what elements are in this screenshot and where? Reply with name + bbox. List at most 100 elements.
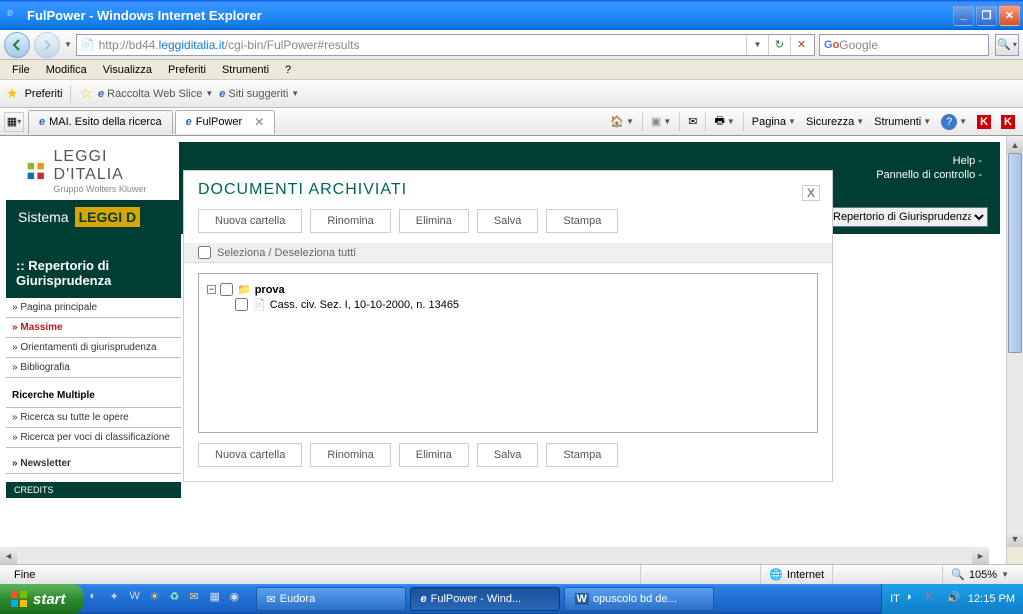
select-all-checkbox[interactable] — [198, 246, 211, 259]
modal-button-rinomina[interactable]: Rinomina — [310, 443, 390, 467]
ql-icon-1[interactable]: ◐ — [90, 590, 108, 608]
zoom-control[interactable]: 🔍 105% ▼ — [942, 565, 1017, 584]
modal-button-elimina[interactable]: Elimina — [399, 443, 469, 467]
modal-button-stampa[interactable]: Stampa — [546, 443, 618, 467]
tab-mai-esito[interactable]: e MAI. Esito della ricerca — [28, 110, 173, 134]
ie-tab-icon: e — [39, 116, 45, 128]
menu-item-strumenti[interactable]: Strumenti — [214, 62, 277, 78]
task-eudora[interactable]: ✉ Eudora — [256, 587, 406, 611]
modal-button-nuova-cartella[interactable]: Nuova cartella — [198, 443, 302, 467]
sidebar-link-pagina-principale[interactable]: » Pagina principale — [6, 298, 181, 318]
menu-item-modifica[interactable]: Modifica — [38, 62, 95, 78]
quick-tabs-icon[interactable]: ▦▾ — [4, 112, 24, 132]
dropdown-arrow-icon[interactable]: ▼ — [64, 40, 72, 49]
modal-title: DOCUMENTI ARCHIVIATI — [184, 171, 832, 209]
folder-checkbox[interactable] — [220, 283, 233, 296]
menu-item-visualizza[interactable]: Visualizza — [95, 62, 160, 78]
tray-icon-1[interactable]: ◑ — [905, 591, 921, 607]
status-text: Fine — [6, 565, 640, 584]
suggested-sites-item[interactable]: e Siti suggeriti ▼ — [219, 88, 299, 100]
home-button[interactable]: 🏠▼ — [606, 113, 638, 130]
tree-folder-row[interactable]: − 📁 prova — [207, 282, 809, 297]
search-box[interactable]: Go Google — [819, 34, 989, 56]
modal-button-salva[interactable]: Salva — [477, 209, 539, 233]
close-button[interactable]: ✕ — [999, 5, 1020, 26]
ql-icon-4[interactable]: ☀ — [150, 590, 168, 608]
task-fulpower[interactable]: e FulPower - Wind... — [410, 587, 560, 611]
tab-fulpower[interactable]: e FulPower ✕ — [175, 110, 276, 134]
system-tray: IT ◑ K 🔊 12:15 PM — [881, 584, 1023, 614]
sidebar-link-newsletter[interactable]: » Newsletter — [6, 454, 181, 474]
address-bar[interactable]: 📄 http://bd44.leggiditalia.it/cgi-bin/Fu… — [76, 34, 815, 56]
document-checkbox[interactable] — [235, 298, 248, 311]
protected-mode[interactable] — [832, 565, 942, 584]
ql-icon-7[interactable]: ▦ — [210, 590, 228, 608]
control-panel-link[interactable]: Pannello di controllo - — [876, 168, 982, 182]
ql-icon-8[interactable]: ◉ — [230, 590, 248, 608]
vertical-scrollbar[interactable]: ▲ ▼ — [1006, 136, 1023, 564]
search-button[interactable]: 🔍▾ — [995, 34, 1019, 56]
ql-icon-6[interactable]: ✉ — [190, 590, 208, 608]
forward-button[interactable] — [34, 32, 60, 58]
minimize-button[interactable]: _ — [953, 5, 974, 26]
modal-button-salva[interactable]: Salva — [477, 443, 539, 467]
address-dropdown[interactable]: ▼ — [746, 35, 768, 55]
globe-icon: 🌐 — [769, 568, 783, 581]
favorites-star-icon[interactable]: ★ — [6, 85, 19, 102]
scroll-right-icon[interactable]: ► — [972, 547, 989, 564]
modal-button-rinomina[interactable]: Rinomina — [310, 209, 390, 233]
tree-document-row[interactable]: 📄 Cass. civ. Sez. I, 10-10-2000, n. 1346… — [207, 297, 809, 312]
start-button[interactable]: start — [0, 584, 84, 614]
horizontal-scrollbar[interactable]: ◄ ► — [0, 547, 989, 564]
sidebar-credits[interactable]: CREDITS — [6, 482, 181, 498]
back-button[interactable] — [4, 32, 30, 58]
stop-button[interactable]: ✕ — [790, 35, 812, 55]
sidebar-link-bibliografia[interactable]: » Bibliografia — [6, 358, 181, 378]
kaspersky-icon-1[interactable]: K — [973, 113, 995, 131]
add-favorite-icon[interactable]: ☆ — [79, 85, 92, 102]
repertorio-select[interactable]: Repertorio di Giurisprudenza — [828, 207, 988, 227]
clock[interactable]: 12:15 PM — [968, 593, 1015, 605]
sidebar-link-orientamenti[interactable]: » Orientamenti di giurisprudenza — [6, 338, 181, 358]
help-link[interactable]: Help - — [876, 154, 982, 168]
sidebar-link-ricerca-voci[interactable]: » Ricerca per voci di classificazione — [6, 428, 181, 448]
sidebar-link-massime[interactable]: » Massime — [6, 318, 181, 338]
task-opuscolo[interactable]: W opuscolo bd de... — [564, 587, 714, 611]
lang-indicator[interactable]: IT — [890, 593, 900, 605]
ql-icon-3[interactable]: W — [130, 590, 148, 608]
tray-icon-3[interactable]: 🔊 — [947, 591, 963, 607]
menu-item-file[interactable]: File — [4, 62, 38, 78]
favorites-button[interactable]: Preferiti — [25, 88, 63, 100]
scroll-thumb[interactable] — [1008, 153, 1022, 353]
sidebar-link-ricerca-opere[interactable]: » Ricerca su tutte le opere — [6, 408, 181, 428]
select-all-label: Seleziona / Deseleziona tutti — [217, 247, 356, 259]
modal-close-button[interactable]: X — [802, 185, 820, 201]
collapse-icon[interactable]: − — [207, 285, 216, 294]
web-slice-item[interactable]: e Raccolta Web Slice ▼ — [98, 88, 213, 100]
help-button[interactable]: ?▼ — [937, 112, 971, 132]
modal-button-elimina[interactable]: Elimina — [399, 209, 469, 233]
menu-item-preferiti[interactable]: Preferiti — [160, 62, 214, 78]
kaspersky-icon-2[interactable]: K — [997, 113, 1019, 131]
modal-button-stampa[interactable]: Stampa — [546, 209, 618, 233]
ql-icon-5[interactable]: ♻ — [170, 590, 188, 608]
print-button[interactable]: 🖶▼ — [710, 110, 738, 133]
modal-button-nuova-cartella[interactable]: Nuova cartella — [198, 209, 302, 233]
tab-close-icon[interactable]: ✕ — [254, 115, 264, 129]
page-menu[interactable]: Pagina▼ — [748, 114, 800, 130]
read-mail-button[interactable]: ✉ — [684, 113, 701, 130]
ql-icon-2[interactable]: ✦ — [110, 590, 128, 608]
document-tree: − 📁 prova 📄 Cass. civ. Sez. I, 10-10-200… — [198, 273, 818, 433]
scroll-left-icon[interactable]: ◄ — [0, 547, 17, 564]
security-zone[interactable]: 🌐 Internet — [760, 565, 832, 584]
tray-icon-2[interactable]: K — [926, 591, 942, 607]
refresh-button[interactable]: ↻ — [768, 35, 790, 55]
menu-item-?[interactable]: ? — [277, 62, 299, 78]
feeds-button[interactable]: ▣▼ — [647, 113, 675, 130]
security-menu[interactable]: Sicurezza▼ — [802, 114, 868, 130]
scroll-up-icon[interactable]: ▲ — [1007, 136, 1023, 153]
scroll-down-icon[interactable]: ▼ — [1007, 530, 1023, 547]
tools-menu[interactable]: Strumenti▼ — [870, 114, 935, 130]
leggi-badge: LEGGI D — [75, 207, 141, 227]
maximize-button[interactable]: ❐ — [976, 5, 997, 26]
